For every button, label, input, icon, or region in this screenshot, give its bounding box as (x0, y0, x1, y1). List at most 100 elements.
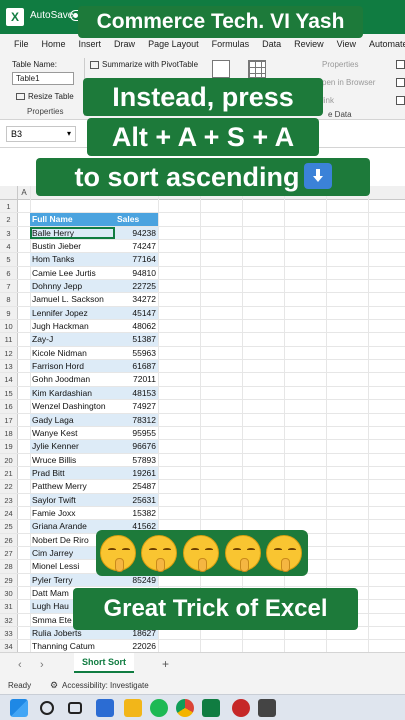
cell-full-name[interactable]: Jylie Kenner (30, 440, 115, 453)
cell-sales[interactable]: 57893 (115, 454, 158, 466)
cell-full-name[interactable]: Gohn Joodman (30, 373, 115, 385)
header-row-checkbox[interactable] (396, 60, 405, 69)
cell-sales[interactable]: 74247 (115, 240, 158, 252)
windows-start-icon[interactable] (10, 699, 28, 717)
row-header[interactable]: 27 (0, 546, 18, 560)
properties-button[interactable]: Properties (322, 60, 358, 69)
cell-full-name[interactable]: Jugh Hackman (30, 320, 115, 332)
cell-full-name[interactable]: Lennifer Jopez (30, 306, 115, 320)
row-header[interactable]: 29 (0, 573, 18, 586)
cell-sales[interactable]: 45147 (115, 306, 158, 320)
cell-full-name[interactable]: Wruce Billis (30, 454, 115, 466)
cell-sales[interactable]: 55963 (115, 347, 158, 359)
cell-sales[interactable]: 94238 (115, 226, 158, 240)
row-header[interactable]: 10 (0, 320, 18, 333)
row-header[interactable]: 19 (0, 440, 18, 453)
row-header[interactable]: 25 (0, 520, 18, 533)
excel-taskbar-icon[interactable] (202, 699, 220, 717)
sheet-tab-short-sort[interactable]: Short Sort (74, 653, 134, 673)
row-header[interactable]: 23 (0, 493, 18, 506)
insert-slicer-icon[interactable] (212, 60, 230, 78)
cell-full-name[interactable]: Kim Kardashian (30, 386, 115, 400)
cell-sales[interactable]: 19261 (115, 466, 158, 480)
status-accessibility[interactable]: Accessibility: Investigate (62, 681, 149, 690)
row-header[interactable]: 33 (0, 627, 18, 640)
cell-sales[interactable]: 78312 (115, 413, 158, 426)
file-explorer-icon[interactable] (124, 699, 142, 717)
cell-sales[interactable]: 96676 (115, 440, 158, 453)
banded-rows-checkbox[interactable] (396, 96, 405, 105)
spotify-icon[interactable] (150, 699, 168, 717)
row-header[interactable]: 17 (0, 413, 18, 426)
cell-sales[interactable]: 34272 (115, 293, 158, 305)
app-icon[interactable] (232, 699, 250, 717)
cell-sales[interactable]: 22026 (115, 640, 158, 652)
cell-full-name[interactable]: Zay-J (30, 333, 115, 346)
cell-full-name[interactable]: Camie Lee Jurtis (30, 267, 115, 279)
row-header[interactable]: 31 (0, 600, 18, 613)
row-header[interactable]: 20 (0, 453, 18, 466)
total-row-checkbox[interactable] (396, 78, 405, 87)
cell-full-name[interactable]: Saylor Twift (30, 493, 115, 506)
row-header[interactable]: 30 (0, 586, 18, 600)
cell-full-name[interactable]: Thanning Catum (30, 640, 115, 652)
tab-automate[interactable]: Automate (369, 34, 405, 54)
cell-full-name[interactable]: Patthew Merry (30, 480, 115, 492)
cell-sales[interactable]: 51387 (115, 333, 158, 346)
cell-full-name[interactable]: Dohnny Jepp (30, 280, 115, 293)
summarize-pivot-button[interactable]: Summarize with PivotTable (90, 60, 198, 69)
table-header-name[interactable]: Full Name (30, 213, 115, 226)
cell-full-name[interactable]: Wanye Kest (30, 427, 115, 439)
row-header[interactable]: 5 (0, 253, 18, 266)
cell-sales[interactable]: 77164 (115, 253, 158, 266)
search-icon[interactable] (40, 701, 54, 715)
row-header[interactable]: 8 (0, 293, 18, 306)
row-header[interactable]: 14 (0, 373, 18, 386)
cell-sales[interactable]: 72011 (115, 373, 158, 385)
cell-full-name[interactable]: Wenzel Dashington (30, 400, 115, 412)
cell-full-name[interactable]: Kicole Nidman (30, 347, 115, 359)
row-header[interactable]: 4 (0, 240, 18, 253)
row-header[interactable]: 16 (0, 400, 18, 413)
chrome-icon[interactable] (176, 699, 194, 717)
row-header[interactable]: 7 (0, 280, 18, 293)
cell-full-name[interactable]: Bustin Jieber (30, 240, 115, 252)
cell-full-name[interactable]: Farrison Hord (30, 360, 115, 373)
cell-sales[interactable]: 61687 (115, 360, 158, 373)
add-sheet-button[interactable]: + (162, 657, 169, 671)
cell-full-name[interactable]: Prad Bitt (30, 466, 115, 480)
cell-sales[interactable]: 74927 (115, 400, 158, 412)
cell-sales[interactable]: 22725 (115, 280, 158, 293)
select-all-corner[interactable] (0, 186, 18, 200)
row-header[interactable]: 21 (0, 466, 18, 480)
row-header[interactable]: 11 (0, 333, 18, 346)
cell-full-name[interactable]: Famie Joxx (30, 507, 115, 519)
row-header[interactable]: 24 (0, 506, 18, 520)
row-header[interactable]: 22 (0, 480, 18, 493)
tab-home[interactable]: Home (42, 34, 66, 54)
prev-sheet-icon[interactable]: ‹ (18, 659, 22, 671)
task-view-icon[interactable] (68, 702, 82, 714)
tab-file[interactable]: File (14, 34, 29, 54)
row-header[interactable]: 28 (0, 560, 18, 573)
row-header[interactable]: 6 (0, 266, 18, 280)
row-header[interactable]: 32 (0, 613, 18, 626)
row-header[interactable]: 2 (0, 213, 18, 226)
row-header[interactable]: 15 (0, 386, 18, 400)
cell-sales[interactable]: 94810 (115, 267, 158, 279)
cell-sales[interactable]: 95955 (115, 427, 158, 439)
cell-sales[interactable]: 25631 (115, 493, 158, 506)
cell-full-name[interactable]: Gady Laga (30, 413, 115, 426)
app-icon[interactable] (258, 699, 276, 717)
column-header-a[interactable]: A (18, 188, 30, 197)
cell-sales[interactable]: 48062 (115, 320, 158, 332)
cell-full-name[interactable]: Hom Tanks (30, 253, 115, 266)
worksheet-grid[interactable]: A B 12Full NameSales3Balle Herry942384Bu… (0, 186, 405, 652)
mail-icon[interactable] (96, 699, 114, 717)
row-header[interactable]: 26 (0, 533, 18, 546)
cell-sales[interactable]: 25487 (115, 480, 158, 492)
row-header[interactable]: 18 (0, 426, 18, 440)
next-sheet-icon[interactable]: › (40, 659, 44, 671)
row-header[interactable]: 34 (0, 640, 18, 652)
table-header-sales[interactable]: Sales (115, 213, 158, 226)
